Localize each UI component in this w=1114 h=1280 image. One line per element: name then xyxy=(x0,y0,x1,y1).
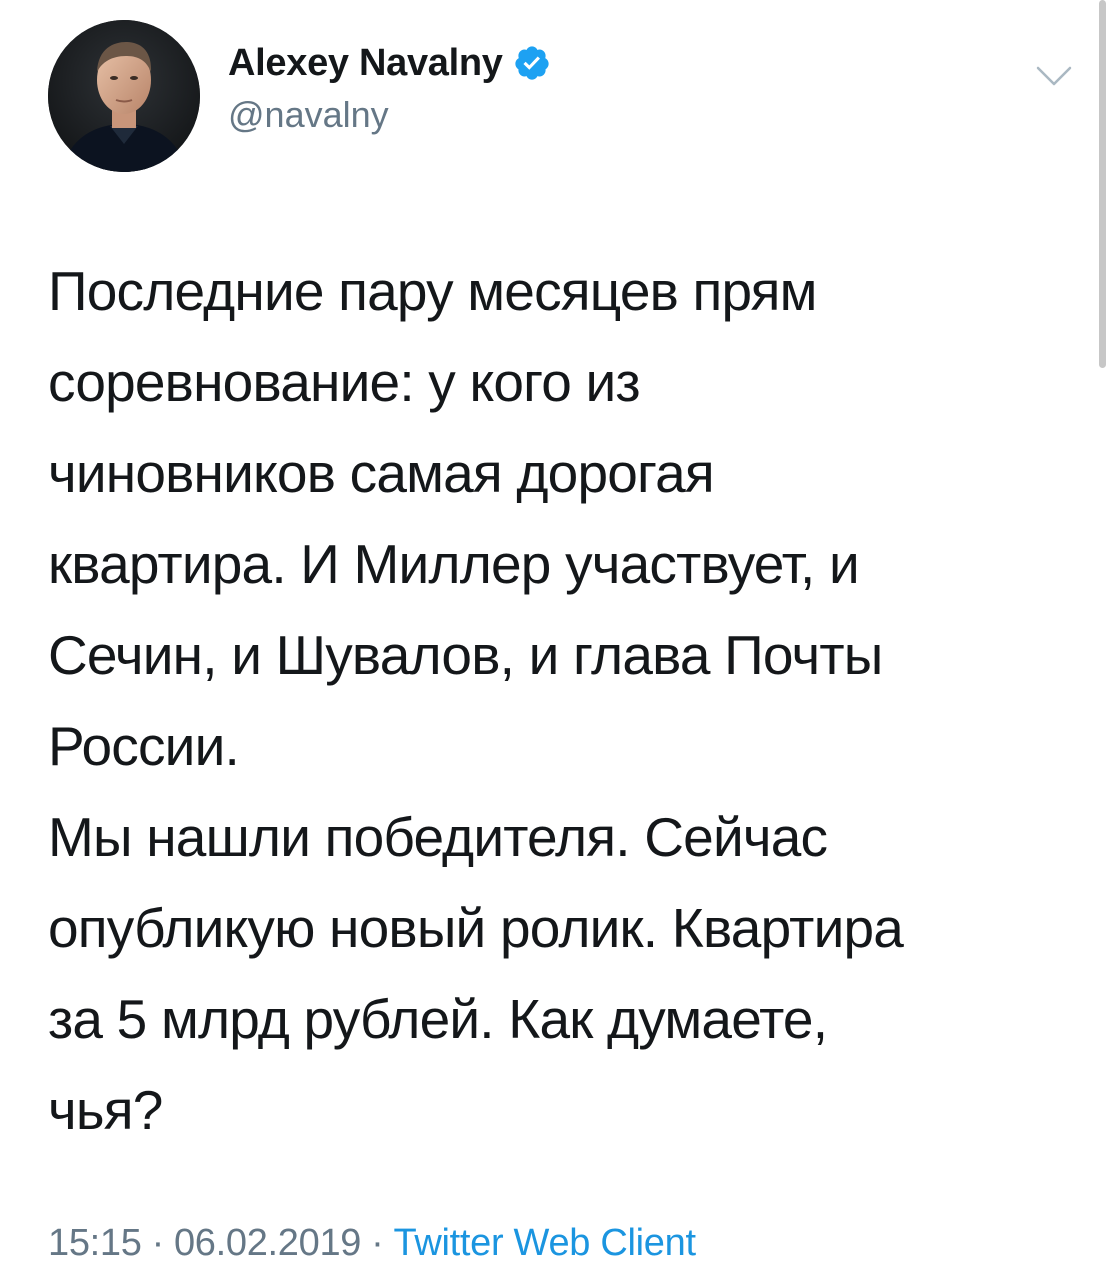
tweet-text-line: чья? xyxy=(48,1079,163,1141)
tweet-source-link[interactable]: Twitter Web Client xyxy=(394,1222,697,1264)
chevron-down-icon[interactable] xyxy=(1034,62,1074,90)
tweet-time[interactable]: 15:15 xyxy=(48,1222,142,1264)
tweet-meta: 15:15 · 06.02.2019 · Twitter Web Client xyxy=(48,1222,696,1265)
tweet-text-line: соревнование: у кого из xyxy=(48,351,641,413)
tweet-text-line: опубликую новый ролик. Квартира xyxy=(48,897,904,959)
author-info: Alexey Navalny @navalny xyxy=(228,38,551,136)
tweet-text-line: Сечин, и Шувалов, и глава Почты xyxy=(48,624,883,686)
avatar-photo-icon xyxy=(48,20,200,172)
meta-separator: · xyxy=(151,1222,165,1264)
tweet-text-line: чиновников самая дорогая xyxy=(48,442,715,504)
verified-badge-icon xyxy=(513,44,551,82)
tweet-text-line: за 5 млрд рублей. Как думаете, xyxy=(48,988,828,1050)
tweet-card: Alexey Navalny @navalny Последние пару м… xyxy=(0,0,1114,1280)
tweet-text-line: Последние пару месяцев прям xyxy=(48,260,817,322)
avatar[interactable] xyxy=(48,20,200,172)
author-display-name[interactable]: Alexey Navalny xyxy=(228,42,503,85)
tweet-text-line: России. xyxy=(48,715,240,777)
author-handle[interactable]: @navalny xyxy=(228,94,551,136)
meta-separator: · xyxy=(371,1222,384,1264)
tweet-text: Последние пару месяцев прям соревнование… xyxy=(48,246,1058,1156)
tweet-date[interactable]: 06.02.2019 xyxy=(174,1222,361,1264)
author-name-row: Alexey Navalny xyxy=(228,38,551,88)
tweet-text-line: Мы нашли победителя. Сейчас xyxy=(48,806,828,868)
tweet-text-line: квартира. И Миллер участвует, и xyxy=(48,533,860,595)
scrollbar[interactable] xyxy=(1099,0,1106,368)
